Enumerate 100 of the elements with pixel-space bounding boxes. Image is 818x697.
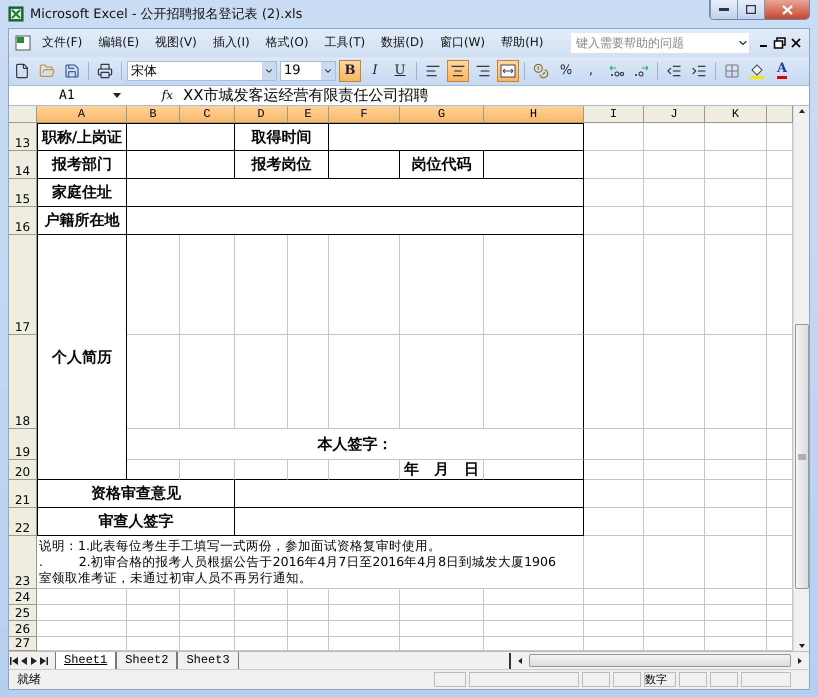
menu-item[interactable]: 编辑(E) [91, 31, 146, 54]
grid-cell[interactable] [127, 605, 180, 622]
grid-cell[interactable] [235, 605, 288, 622]
grid-cell[interactable] [644, 207, 705, 236]
grid-cell[interactable] [235, 621, 288, 638]
menu-item[interactable]: 文件(F) [35, 31, 90, 54]
grid-cell[interactable] [400, 621, 484, 638]
grid-cell[interactable] [288, 605, 329, 622]
grid-cell[interactable] [705, 605, 767, 622]
grid-cell[interactable] [705, 151, 767, 180]
grid-cell[interactable] [484, 605, 584, 622]
grid-cell[interactable] [329, 621, 400, 638]
grid-cell[interactable] [705, 508, 767, 536]
row-header[interactable]: 16 [9, 207, 37, 236]
minimize-button[interactable] [710, 0, 737, 19]
workbook-icon[interactable] [13, 34, 33, 52]
font-size-field[interactable]: 19 [280, 60, 336, 81]
column-header[interactable]: A [37, 106, 127, 124]
maximize-button[interactable] [737, 0, 764, 19]
next-sheet-icon[interactable] [29, 656, 39, 666]
column-header[interactable]: H [484, 106, 584, 124]
grid-cell[interactable] [644, 480, 705, 508]
grid-cell[interactable] [127, 621, 180, 638]
help-search-field[interactable]: 键入需要帮助的问题 [571, 32, 749, 53]
menu-item[interactable]: 视图(V) [148, 31, 204, 54]
grid-cell[interactable] [644, 605, 705, 622]
grid-cell[interactable] [705, 179, 767, 208]
font-name-field[interactable]: 宋体 [127, 60, 277, 81]
grid-cell[interactable] [705, 536, 767, 590]
align-center-button[interactable] [447, 60, 469, 82]
name-box[interactable]: A1 [9, 86, 127, 106]
row-header[interactable]: 20 [9, 460, 37, 480]
grid-cell[interactable] [180, 621, 235, 638]
row-header[interactable]: 18 [9, 335, 37, 430]
font-color-button[interactable]: A [771, 60, 793, 82]
comma-button[interactable]: , [580, 60, 602, 82]
grid-cell[interactable] [484, 621, 584, 638]
row-header[interactable]: 21 [9, 480, 37, 508]
grid-cell[interactable] [584, 621, 644, 638]
italic-button[interactable]: I [364, 60, 386, 82]
column-header[interactable]: G [400, 106, 484, 124]
grid-cell[interactable] [705, 589, 767, 606]
row-header[interactable]: 19 [9, 429, 37, 460]
row-header[interactable]: 22 [9, 508, 37, 536]
grid-cell[interactable] [584, 589, 644, 606]
grid-cell[interactable] [644, 621, 705, 638]
sheet-tab[interactable]: Sheet3 [177, 652, 239, 669]
percent-button[interactable]: % [555, 60, 577, 82]
column-header[interactable]: F [329, 106, 400, 124]
grid-cell[interactable] [705, 460, 767, 480]
row-header[interactable]: 24 [9, 589, 37, 606]
menu-item[interactable]: 格式(O) [258, 31, 316, 54]
menu-item[interactable]: 数据(D) [374, 31, 431, 54]
formula-input[interactable]: XX市城发客运经营有限责任公司招聘 [183, 86, 429, 105]
grid-cell[interactable] [644, 508, 705, 536]
column-header[interactable]: B [127, 106, 180, 124]
row-header[interactable]: 13 [9, 123, 37, 152]
row-header[interactable]: 27 [9, 637, 37, 652]
previous-sheet-icon[interactable] [19, 656, 29, 666]
menu-item[interactable]: 插入(I) [206, 31, 257, 54]
restore-icon[interactable] [773, 36, 787, 50]
column-header[interactable]: J [644, 106, 705, 124]
menu-item[interactable]: 窗口(W) [432, 31, 492, 54]
grid-cell[interactable] [644, 589, 705, 606]
scrollbar-thumb[interactable] [529, 654, 791, 668]
grid-cell[interactable] [644, 235, 705, 336]
first-sheet-icon[interactable] [9, 656, 19, 666]
grid-cell[interactable] [705, 123, 767, 152]
scrollbar-thumb[interactable] [794, 324, 808, 590]
column-header[interactable]: K [705, 106, 767, 124]
grid-cell[interactable] [644, 335, 705, 430]
grid-cell[interactable] [400, 605, 484, 622]
bold-button[interactable]: B [339, 60, 361, 82]
column-header[interactable]: D [235, 106, 288, 124]
row-header[interactable]: 15 [9, 179, 37, 208]
row-header[interactable]: 14 [9, 151, 37, 180]
dropdown-icon[interactable] [113, 92, 121, 98]
grid-cell[interactable] [288, 621, 329, 638]
sheet-tab[interactable]: Sheet2 [116, 652, 178, 669]
row-header[interactable]: 26 [9, 621, 37, 638]
row-header[interactable]: 23 [9, 536, 37, 590]
column-header[interactable]: E [288, 106, 329, 124]
grid-cell[interactable] [329, 605, 400, 622]
select-all-corner[interactable] [9, 106, 37, 124]
column-header[interactable]: I [584, 106, 644, 124]
close-button[interactable] [764, 0, 809, 19]
column-header[interactable]: C [180, 106, 235, 124]
menu-item[interactable]: 帮助(H) [494, 31, 550, 54]
underline-button[interactable]: U [389, 60, 411, 82]
grid-cell[interactable] [180, 605, 235, 622]
merge-center-button[interactable] [497, 60, 519, 82]
grid-cell[interactable] [705, 429, 767, 460]
grid-cell[interactable] [705, 235, 767, 336]
grid-cell[interactable] [644, 429, 705, 460]
grid-cell[interactable] [37, 621, 127, 638]
grid-cell[interactable] [644, 151, 705, 180]
grid-cell[interactable] [37, 605, 127, 622]
menu-item[interactable]: 工具(T) [318, 31, 372, 54]
close-icon[interactable] [789, 36, 803, 50]
function-button[interactable]: fx [127, 88, 183, 102]
